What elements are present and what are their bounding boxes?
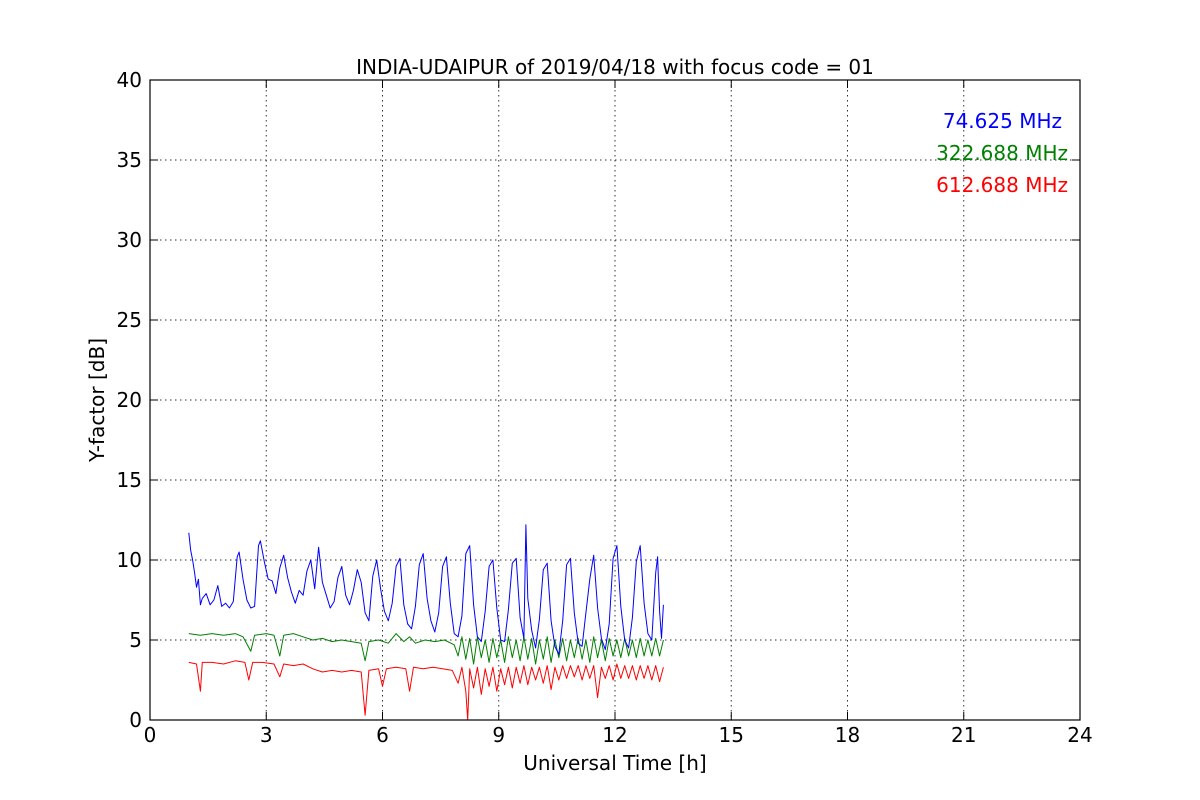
x-tick-label: 15 — [719, 723, 744, 747]
x-tick-label: 6 — [376, 723, 389, 747]
y-tick-label: 15 — [117, 468, 142, 492]
y-tick-label: 40 — [117, 68, 142, 92]
y-tick-labels: 0 5 10 15 20 25 30 35 40 — [117, 68, 142, 732]
legend-item-74-625: 74.625 MHz — [943, 109, 1062, 133]
legend-item-612-688: 612.688 MHz — [936, 173, 1068, 197]
x-tick-label: 9 — [492, 723, 505, 747]
series-layer — [188, 524, 664, 721]
x-tick-label: 24 — [1067, 723, 1092, 747]
x-tick-label: 12 — [602, 723, 627, 747]
series-line-322-688 — [188, 633, 664, 665]
x-axis-label: Universal Time [h] — [523, 751, 706, 775]
y-tick-label: 5 — [129, 628, 142, 652]
series-line-612-688 — [188, 660, 664, 721]
legend-item-322-688: 322.688 MHz — [936, 141, 1068, 165]
chart-canvas: INDIA-UDAIPUR of 2019/04/18 with focus c… — [85, 55, 1093, 775]
y-tick-label: 30 — [117, 228, 142, 252]
legend: 74.625 MHz 322.688 MHz 612.688 MHz — [936, 109, 1068, 197]
y-tick-label: 10 — [117, 548, 142, 572]
y-axis-label: Y-factor [dB] — [85, 338, 109, 463]
x-tick-label: 0 — [144, 723, 157, 747]
y-tick-label: 20 — [117, 388, 142, 412]
x-tick-label: 21 — [951, 723, 976, 747]
x-tick-labels: 0 3 6 9 12 15 18 21 24 — [144, 723, 1093, 747]
y-tick-label: 25 — [117, 308, 142, 332]
chart-title: INDIA-UDAIPUR of 2019/04/18 with focus c… — [356, 55, 874, 79]
x-tick-label: 18 — [835, 723, 860, 747]
y-tick-label: 0 — [129, 708, 142, 732]
y-tick-label: 35 — [117, 148, 142, 172]
x-tick-label: 3 — [260, 723, 273, 747]
